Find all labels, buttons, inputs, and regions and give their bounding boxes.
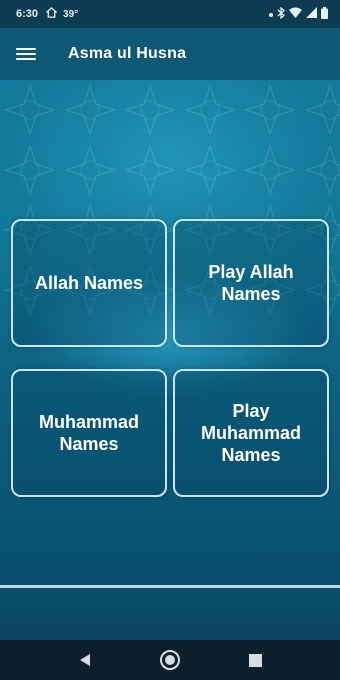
play-allah-names-label: Play Allah Names <box>208 262 294 304</box>
system-nav-bar <box>0 640 340 680</box>
recents-square-icon[interactable] <box>240 640 270 680</box>
signal-icon <box>306 7 317 21</box>
home-icon <box>45 7 58 21</box>
notification-dot-icon <box>269 9 273 20</box>
bluetooth-icon <box>277 6 285 22</box>
play-muhammad-names-label: Play Muhammad Names <box>200 401 301 465</box>
wifi-icon <box>289 7 302 21</box>
status-bar: 6:30 39° <box>0 0 340 28</box>
home-circle-icon[interactable] <box>155 640 185 680</box>
page-title: Asma ul Husna <box>68 45 187 62</box>
allah-names-button[interactable]: Allah Names <box>11 219 167 347</box>
app-bar: Asma ul Husna <box>0 28 340 80</box>
status-time: 6:30 <box>16 8 39 20</box>
status-temperature: 39° <box>63 8 79 20</box>
allah-names-label: Allah Names <box>34 273 144 293</box>
status-icons <box>269 6 328 22</box>
play-muhammad-names-button[interactable]: Play Muhammad Names <box>173 369 329 497</box>
battery-icon <box>321 6 328 22</box>
play-allah-names-button[interactable]: Play Allah Names <box>173 219 329 347</box>
hamburger-menu-icon[interactable] <box>16 46 36 62</box>
muhammad-names-button[interactable]: Muhammad Names <box>11 369 167 497</box>
back-triangle-icon[interactable] <box>70 640 100 680</box>
background-pattern <box>0 80 340 320</box>
muhammad-names-label: Muhammad Names <box>38 412 139 454</box>
bottom-band <box>0 588 340 640</box>
main-content: Allah Names Play Allah Names Muhammad Na… <box>0 80 340 640</box>
